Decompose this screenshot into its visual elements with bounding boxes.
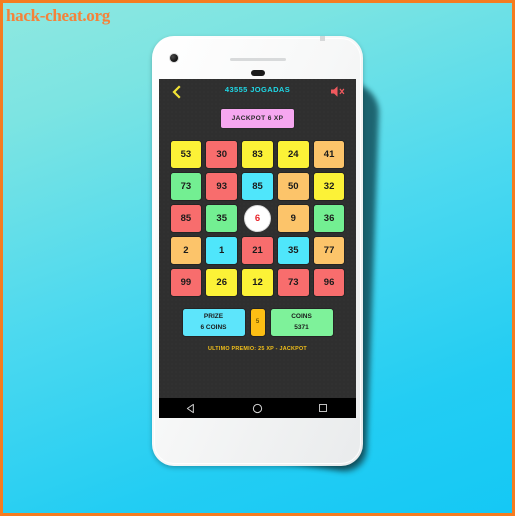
number-cell[interactable]: 24: [276, 140, 310, 169]
number-cell[interactable]: 53: [169, 140, 203, 169]
number-cell[interactable]: 2: [169, 236, 203, 265]
number-cell[interactable]: 41: [312, 140, 346, 169]
phone-top-notch: [320, 36, 325, 41]
phone-device: 43555 JOGADAS JACKPOT 6 XP 53 30 83 24 41 73 9…: [152, 36, 363, 466]
number-cell[interactable]: 99: [169, 268, 203, 297]
speaker-mute-icon[interactable]: [330, 84, 346, 99]
game-app: 43555 JOGADAS JACKPOT 6 XP 53 30 83 24 41 73 9…: [159, 79, 356, 398]
drawn-ball-cell[interactable]: 6: [241, 204, 274, 233]
number-cell[interactable]: 30: [205, 140, 239, 169]
number-cell[interactable]: 36: [312, 204, 346, 233]
number-cell[interactable]: 93: [205, 172, 239, 201]
number-cell[interactable]: 85: [241, 172, 274, 201]
number-cell[interactable]: 83: [241, 140, 274, 169]
front-camera-icon: [170, 54, 178, 62]
last-prize-status: ULTIMO PREMIO: 25 XP - JACKPOT: [208, 346, 307, 352]
coins-value: 5371: [294, 323, 309, 331]
proximity-sensor: [250, 70, 265, 76]
drawn-ball: 6: [243, 205, 271, 232]
coins-panel[interactable]: COINS 5371: [269, 308, 334, 337]
recents-square-icon[interactable]: [308, 398, 338, 418]
app-header: 43555 JOGADAS: [159, 79, 356, 105]
number-cell[interactable]: 9: [276, 204, 310, 233]
number-cell[interactable]: 50: [276, 172, 310, 201]
jackpot-row: JACKPOT 6 XP: [159, 108, 356, 129]
back-triangle-icon[interactable]: [177, 398, 207, 418]
number-cell[interactable]: 73: [169, 172, 203, 201]
jackpot-button[interactable]: JACKPOT 6 XP: [219, 108, 296, 129]
number-cell[interactable]: 1: [205, 236, 239, 265]
prize-value: 6 COINS: [200, 323, 227, 331]
number-cell[interactable]: 73: [276, 268, 310, 297]
page-title: 43555 JOGADAS: [224, 85, 291, 94]
android-navigation-bar: [159, 398, 356, 418]
bottom-panels: PRIZE 6 COINS 5 COINS 5371: [170, 308, 346, 337]
home-circle-icon[interactable]: [242, 398, 272, 418]
number-cell[interactable]: 85: [169, 204, 203, 233]
spin-cost-button[interactable]: 5: [249, 308, 266, 337]
number-cell[interactable]: 21: [241, 236, 274, 265]
prize-panel[interactable]: PRIZE 6 COINS: [181, 308, 246, 337]
number-cell[interactable]: 12: [241, 268, 274, 297]
number-cell[interactable]: 96: [312, 268, 346, 297]
coins-label: COINS: [291, 313, 312, 321]
number-cell[interactable]: 35: [276, 236, 310, 265]
number-cell[interactable]: 77: [312, 236, 346, 265]
earpiece-speaker: [229, 58, 286, 61]
number-cell[interactable]: 32: [312, 172, 346, 201]
watermark: hack-cheat.org: [6, 6, 110, 25]
phone-screen: 43555 JOGADAS JACKPOT 6 XP 53 30 83 24 41 73 9…: [159, 79, 356, 418]
number-cell[interactable]: 26: [205, 268, 239, 297]
number-cell[interactable]: 35: [205, 204, 239, 233]
number-grid: 53 30 83 24 41 73 93 85 50 32 85 35 6 9 36 2 1 21 35 77 99 26…: [169, 140, 346, 297]
prize-label: PRIZE: [203, 313, 224, 321]
